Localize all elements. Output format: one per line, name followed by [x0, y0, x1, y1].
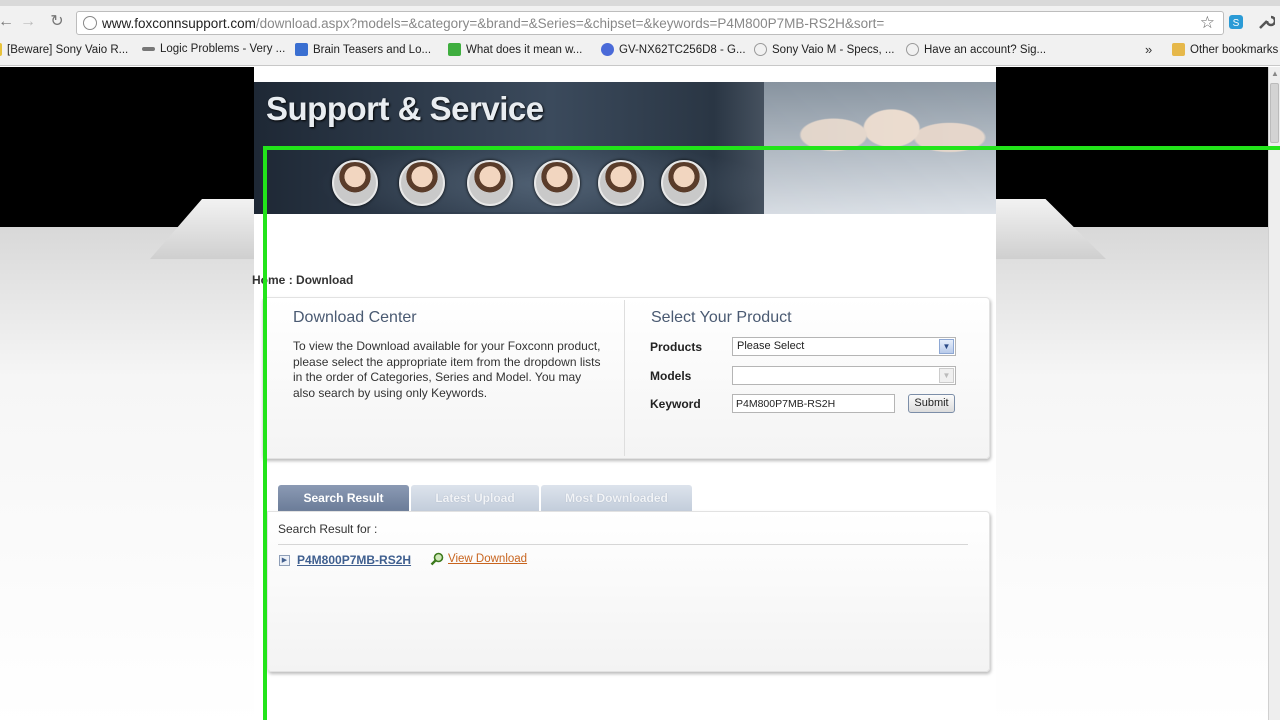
- bookmark-favicon-icon: [448, 43, 461, 56]
- address-bar[interactable]: www.foxconnsupport.com/download.aspx?mod…: [76, 11, 1224, 35]
- select-product-title: Select Your Product: [651, 309, 792, 326]
- page-side-right: [996, 227, 1268, 720]
- panel-divider: [624, 300, 625, 456]
- url-text: www.foxconnsupport.com/download.aspx?mod…: [102, 16, 885, 31]
- results-divider: [278, 544, 968, 545]
- support-avatar-icon[interactable]: [399, 160, 445, 206]
- expand-icon[interactable]: ▶: [279, 555, 290, 566]
- forward-icon[interactable]: →: [18, 12, 38, 32]
- download-panel: Download Center To view the Download ava…: [262, 297, 990, 459]
- page-scrollbar[interactable]: ▲: [1268, 67, 1280, 720]
- bookmark-item[interactable]: [Beware] Sony Vaio R...: [0, 43, 128, 56]
- other-bookmarks[interactable]: Other bookmarks: [1172, 43, 1278, 56]
- bookmark-favicon-icon: [142, 47, 155, 51]
- browser-toolbar: ← → ↻ www.foxconnsupport.com/download.as…: [0, 0, 1280, 66]
- web-page: Support & Service Home : Download Downlo…: [0, 67, 1268, 720]
- model-link[interactable]: P4M800P7MB-RS2H: [297, 553, 411, 567]
- models-select[interactable]: ▼: [732, 366, 956, 385]
- products-select-value: Please Select: [737, 340, 805, 352]
- tab-most-downloaded[interactable]: Most Downloaded: [541, 485, 692, 511]
- models-label: Models: [650, 369, 692, 383]
- products-select[interactable]: Please Select ▼: [732, 337, 956, 356]
- support-avatar-icon[interactable]: [332, 160, 378, 206]
- page-side-left: [0, 227, 254, 720]
- download-center-text: To view the Download available for your …: [293, 339, 601, 400]
- chevron-down-icon[interactable]: ▼: [939, 339, 954, 354]
- search-result-for-label: Search Result for :: [278, 522, 378, 536]
- main-content: Support & Service Home : Download Downlo…: [252, 67, 996, 720]
- svg-text:S: S: [1233, 18, 1240, 29]
- keyword-label: Keyword: [650, 397, 701, 411]
- page-info-icon[interactable]: [83, 16, 97, 30]
- wrench-icon[interactable]: [1257, 13, 1275, 31]
- breadcrumb: Home : Download: [252, 273, 353, 287]
- bookmark-favicon-icon: [754, 43, 767, 56]
- scrollbar-thumb[interactable]: [1270, 83, 1279, 143]
- bookmark-favicon-icon: [0, 43, 2, 56]
- tab-latest-upload[interactable]: Latest Upload: [411, 485, 539, 511]
- folder-icon: [1172, 43, 1185, 56]
- bookmark-item[interactable]: Brain Teasers and Lo...: [295, 43, 431, 56]
- bookmark-item[interactable]: Have an account? Sig...: [906, 43, 1046, 56]
- bookmark-item[interactable]: Sony Vaio M - Specs, ...: [754, 43, 895, 56]
- support-avatar-icon[interactable]: [467, 160, 513, 206]
- breadcrumb-separator: :: [288, 273, 293, 287]
- bookmark-favicon-icon: [906, 43, 919, 56]
- banner-title: Support & Service: [266, 90, 544, 127]
- support-avatar-icon[interactable]: [661, 160, 707, 206]
- tab-search-result[interactable]: Search Result: [278, 485, 409, 511]
- submit-button[interactable]: Submit: [908, 394, 955, 413]
- support-banner: Support & Service: [254, 82, 996, 214]
- extension-icon[interactable]: S: [1227, 13, 1245, 31]
- chevron-down-icon[interactable]: ▼: [939, 368, 954, 383]
- reload-icon[interactable]: ↻: [47, 12, 67, 32]
- breadcrumb-current: Download: [296, 273, 354, 287]
- download-center-title: Download Center: [293, 309, 417, 326]
- bookmark-favicon-icon: [295, 43, 308, 56]
- more-bookmarks-chevron[interactable]: »: [1145, 42, 1152, 57]
- bookmark-item[interactable]: What does it mean w...: [448, 43, 582, 56]
- window-top-strip: [0, 0, 1280, 6]
- bookmarks-bar: [Beware] Sony Vaio R... Logic Problems -…: [0, 40, 1280, 62]
- magnifier-icon: [430, 552, 444, 566]
- support-avatar-icon[interactable]: [534, 160, 580, 206]
- view-download-link[interactable]: View Download: [448, 553, 527, 565]
- scroll-up-icon[interactable]: ▲: [1271, 69, 1279, 78]
- keyword-input[interactable]: [732, 394, 895, 413]
- products-label: Products: [650, 340, 703, 354]
- breadcrumb-home[interactable]: Home: [252, 273, 285, 287]
- bookmark-star-icon[interactable]: ☆: [1200, 13, 1215, 33]
- back-icon[interactable]: ←: [0, 12, 16, 32]
- search-results-panel: Search Result for : ▶ P4M800P7MB-RS2H Vi…: [267, 511, 990, 672]
- bookmark-item[interactable]: Logic Problems - Very ...: [142, 43, 285, 55]
- bookmark-item[interactable]: GV-NX62TC256D8 - G...: [601, 43, 746, 56]
- support-avatar-icon[interactable]: [598, 160, 644, 206]
- support-staff-photo: [764, 82, 996, 214]
- bookmark-favicon-icon: [601, 43, 614, 56]
